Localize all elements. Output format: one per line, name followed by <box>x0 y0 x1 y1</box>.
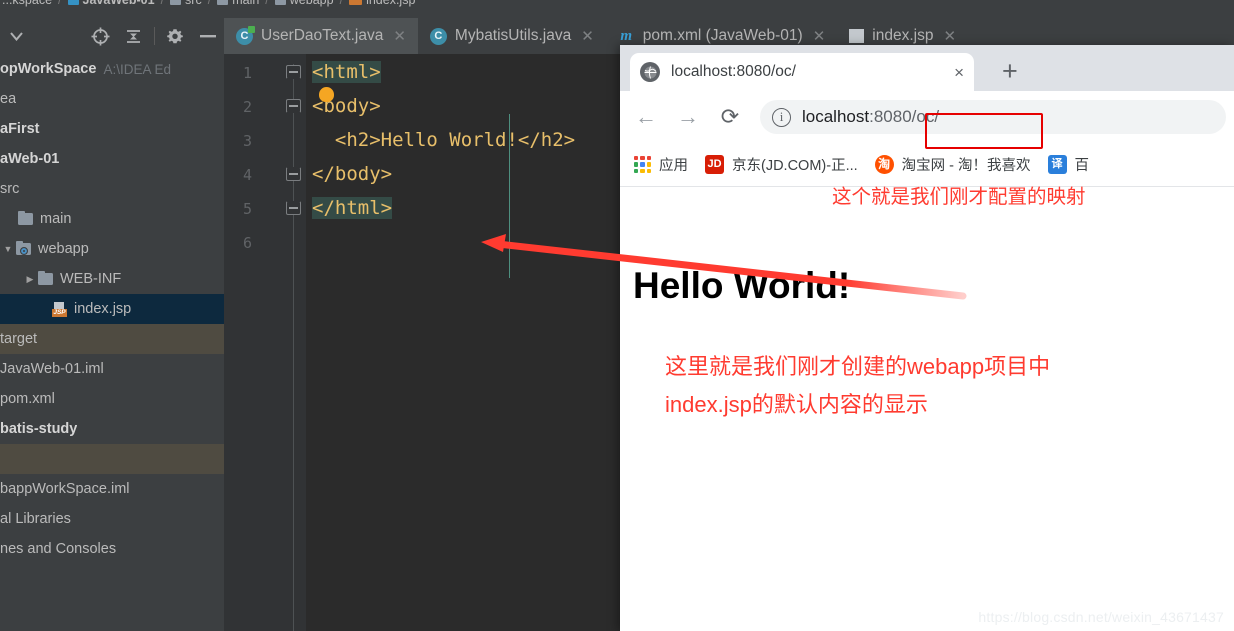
screenshot-root: ...kspace / JavaWeb-01 / src / main / we… <box>0 0 1234 631</box>
watermark: https://blog.csdn.net/weixin_43671437 <box>978 609 1224 625</box>
red-arrow-annotation <box>481 234 967 300</box>
